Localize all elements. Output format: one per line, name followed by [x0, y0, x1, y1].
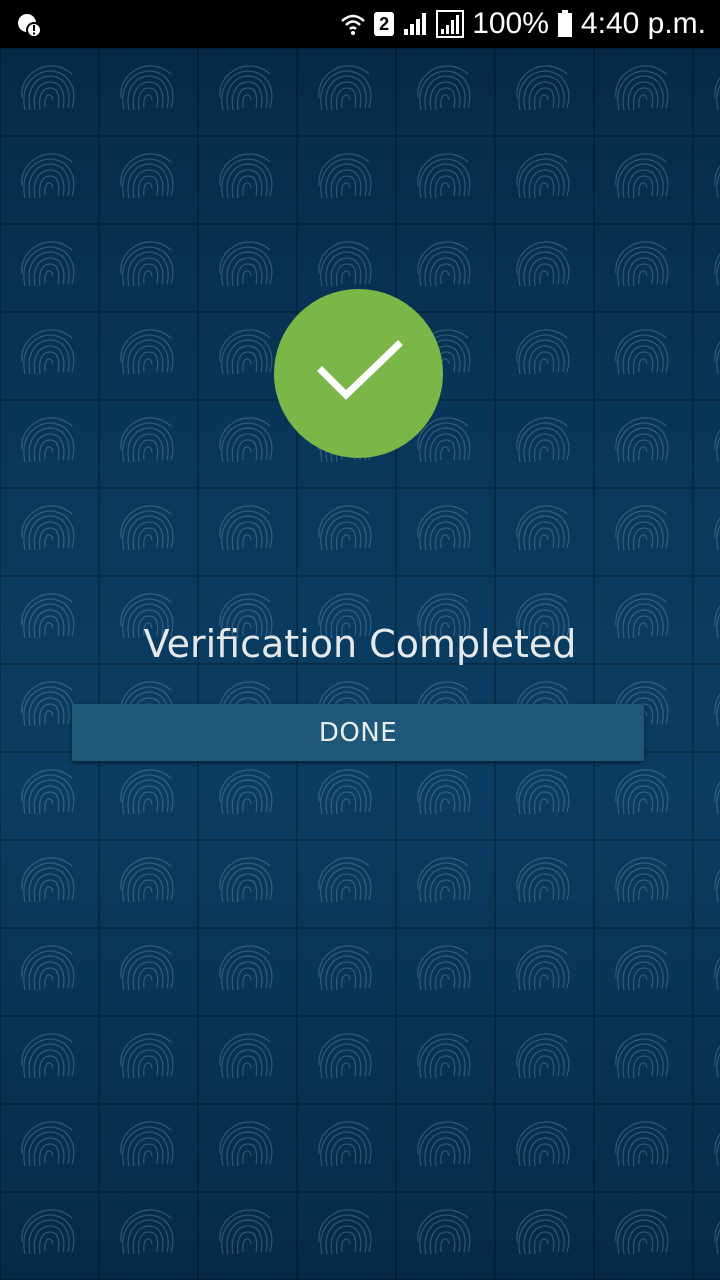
battery-percent: 100% [472, 7, 549, 40]
sim-icon: 2 [374, 12, 395, 36]
checkmark-icon [314, 337, 404, 411]
signal-icon [436, 10, 465, 38]
battery-icon [557, 10, 573, 38]
clock: 4:40 p.m. [580, 7, 706, 40]
done-button[interactable]: DONE [72, 704, 644, 761]
status-bar: 2 100% 4:40 p.m. [0, 0, 720, 48]
signal-icon [402, 11, 428, 37]
wifi-icon [340, 11, 366, 37]
verification-title: Verification Completed [143, 622, 577, 666]
success-check-badge [274, 289, 443, 458]
alert-icon [16, 12, 42, 42]
